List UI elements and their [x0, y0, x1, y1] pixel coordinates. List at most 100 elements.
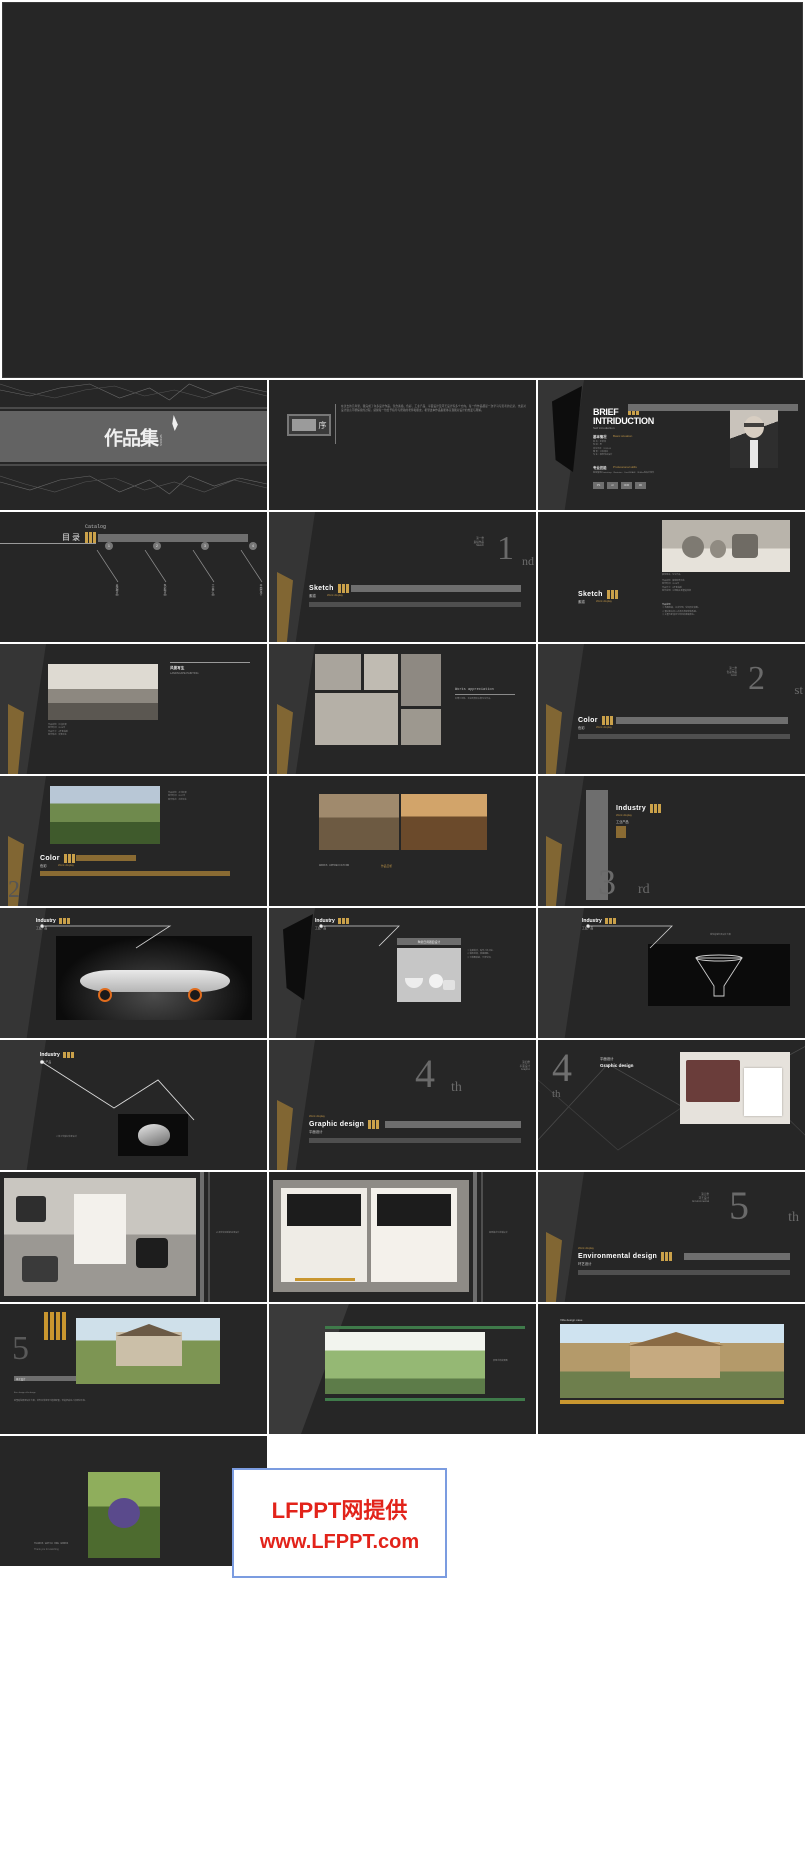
slide-landscape-painting[interactable]: 风景写生 LANDSCAPE PAINTING 作品名称：江边风景 创作时间：2…: [0, 644, 267, 774]
slide-cover[interactable]: 作品集 WORKS: [0, 380, 267, 510]
brief-section-en: Basic situation: [613, 434, 633, 438]
slide-sketch-detail[interactable]: 静物素描 · 写生作品 作品名称：静物组合写生 创作时间：2016年 作品尺寸：…: [538, 512, 805, 642]
slide-section-industry[interactable]: Industry Work display 工业产品 3 rd: [538, 776, 805, 906]
slide-industry-tableware[interactable]: Industry 工业产品 陶瓷日用器皿设计 ① 造型简洁，贴合人机工程。 ② …: [269, 908, 536, 1038]
slide-environmental-sketch[interactable]: 景观手绘效果图: [269, 1304, 536, 1434]
catalog-item[interactable]: 2 色彩作品: [144, 542, 170, 595]
brief-subtitle: Self introduction: [593, 426, 615, 430]
brief-field-list: 姓 名：张某某 性 别：男 出生年月：1995.06 籍 贯：江苏南京 专 业：…: [593, 441, 612, 458]
gold-bars-icon: [63, 854, 75, 863]
gold-bars-icon: [606, 590, 618, 599]
callout-line: [319, 924, 400, 947]
right-rule-2: [481, 1172, 483, 1302]
wedge-shape: [538, 908, 584, 1038]
mouse-annotation: 人体工学鼠标外观设计: [56, 1136, 77, 1138]
slide-industry-car[interactable]: Industry 工业产品: [0, 908, 267, 1038]
catalog-item[interactable]: 3 工业产品: [192, 542, 218, 595]
section-big-number: 3: [598, 862, 616, 902]
color-title-sub: Work display: [58, 863, 74, 867]
graphic-title-en: Graphic design: [600, 1063, 634, 1068]
slide-section-color[interactable]: 2 st 第二章 色彩作品 Color Color 色彩 Work displa…: [538, 644, 805, 774]
brief-title-2: INTRIDUCTION: [593, 416, 654, 426]
sketch-render-photo: [325, 1332, 485, 1394]
section-big-number: 4: [415, 1051, 435, 1096]
graphic-big-number: 4: [552, 1045, 572, 1090]
sketch-title-cn: 素描: [578, 600, 585, 604]
section-title-en: Graphic design: [309, 1121, 365, 1128]
slide-industry-mouse[interactable]: Industry 工业产品 人体工学鼠标外观设计: [0, 1040, 267, 1170]
catalog-item[interactable]: 4 平面设计: [240, 542, 266, 595]
section-number-suffix: rd: [638, 882, 650, 897]
brief-skills-note: 熟练使用Photoshop、Illustrator、CorelDRAW、3DMa…: [593, 472, 655, 474]
color-caption-cn: 作品赏析: [381, 864, 393, 868]
thanks-line-cn: Thank you for watching: [34, 1548, 59, 1551]
slide-section-environmental[interactable]: 5 th 第五章 环艺设计 Environmental Work display…: [538, 1172, 805, 1302]
portrait-face: [744, 416, 764, 438]
section-side-lines: 第一章 素描作品 Sketch: [474, 536, 484, 547]
slide-environmental-house[interactable]: 5 环艺设计 Env. design villa design 别墅庭院景观设计…: [0, 1304, 267, 1434]
slide-thanks[interactable]: THANKS WATCH ONE WORKS Thank you for wat…: [0, 1436, 267, 1566]
section-underbar: [309, 1138, 521, 1143]
wedge-shape: [0, 776, 46, 906]
wedge-shape: [269, 512, 315, 642]
section-underbar: [578, 734, 790, 739]
gold-accent-bar: [295, 1278, 355, 1281]
slide-catalog[interactable]: Catalog 目录 1 素描作品 2 色彩作品 3 工业产品 4 平面设计: [0, 512, 267, 642]
color-caption-en: WORKS APPRECIATION: [319, 864, 350, 867]
slide-section-graphic[interactable]: 4 th 第四章 平面设计 Graphic Work display Graph…: [269, 1040, 536, 1170]
catalog-item-number: 2: [153, 542, 161, 550]
section-side-lines: 第五章 环艺设计 Environmental: [692, 1192, 709, 1203]
brief-tag-list: PS AI CDR 3D: [593, 482, 646, 489]
callout-line: [586, 924, 673, 949]
brief-field: 专 业：视觉传达设计: [593, 454, 613, 457]
slide-graphic-book[interactable]: 画册版式与排版设计: [269, 1172, 536, 1302]
slide-graphic-detail[interactable]: 4 th 平面设计 Graphic design: [538, 1040, 805, 1170]
brief-tag: PS: [593, 482, 604, 489]
wedge-shape: [538, 776, 584, 906]
catalog-item[interactable]: 1 素描作品: [96, 542, 122, 595]
catalog-item-label: 色彩作品: [163, 584, 167, 596]
slide-works-appreciation[interactable]: Works appreciation 石膏几何体、五官局部及头像写生作品: [269, 644, 536, 774]
slide-graphic-vi[interactable]: VI 视觉识别系统应用设计: [0, 1172, 267, 1302]
car-wheel: [98, 988, 112, 1002]
book-caption: 画册版式与排版设计: [489, 1232, 508, 1234]
sketch-meta: 创作说明：以明暗关系塑造体积: [662, 590, 692, 593]
wedge-shape: [0, 644, 46, 774]
hairline: [170, 662, 250, 663]
env-caption: Env. design villa design: [14, 1392, 36, 1394]
section-side-line: Graphic: [520, 1068, 530, 1071]
slide-color-appreciation[interactable]: WORKS APPRECIATION 作品赏析: [269, 776, 536, 906]
car-wheel: [188, 988, 202, 1002]
section-number-suffix: th: [788, 1210, 799, 1225]
section-bar: [351, 585, 521, 592]
color-underbar: [40, 871, 230, 876]
slide-industry-lamp[interactable]: Industry 工业产品 线性造型灯具设计方案: [538, 908, 805, 1038]
slide-environmental-villa[interactable]: Villa design case: [538, 1304, 805, 1434]
catalog-title-cn: 目录: [62, 533, 82, 542]
sketch-note: ③ 注重光影变化与结构的准确表达。: [662, 614, 696, 617]
right-rule-2: [208, 1172, 210, 1302]
iris-photo: [88, 1472, 160, 1558]
color-big-number: 2: [8, 877, 20, 903]
watermark-box: LFPPT网提供 www.LFPPT.com: [232, 1468, 447, 1578]
slide-brief-introduction[interactable]: BRIEF INTRIDUCTION Self introduction 基本情…: [538, 380, 805, 510]
slide-section-sketch[interactable]: 1 nd 第一章 素描作品 Sketch Sketch 素描 Work disp…: [269, 512, 536, 642]
lamp-shape: [695, 954, 743, 997]
artwork-thumb: [315, 693, 398, 745]
section-bar: [385, 1121, 521, 1128]
sketch-title-sub: Work display: [596, 599, 612, 603]
catalog-leader-line: [192, 550, 215, 583]
artwork-thumb: [315, 654, 361, 690]
section-title-cn: 环艺设计: [578, 1262, 592, 1266]
catalog-rule: [0, 543, 96, 544]
slide-preface[interactable]: 序 在过去的几年里，我完成了许多设计作品，包含素描、色彩、工业产品、平面设计及环…: [269, 380, 536, 510]
artwork-thumb: [401, 709, 441, 745]
slide-color-detail[interactable]: 2 作品名称：乡村风景 创作时间：2017年 创作形式：水粉写生 Color 色…: [0, 776, 267, 906]
section-title-cn: 平面设计: [309, 1130, 323, 1134]
cover-logo-sub: WORKS: [159, 434, 164, 446]
section-number-suffix: th: [451, 1080, 462, 1095]
section-underbar: [578, 1270, 790, 1275]
section-title-sub: Work display: [616, 813, 632, 817]
gold-accent: [616, 826, 626, 838]
gold-bars-icon: [337, 584, 349, 593]
